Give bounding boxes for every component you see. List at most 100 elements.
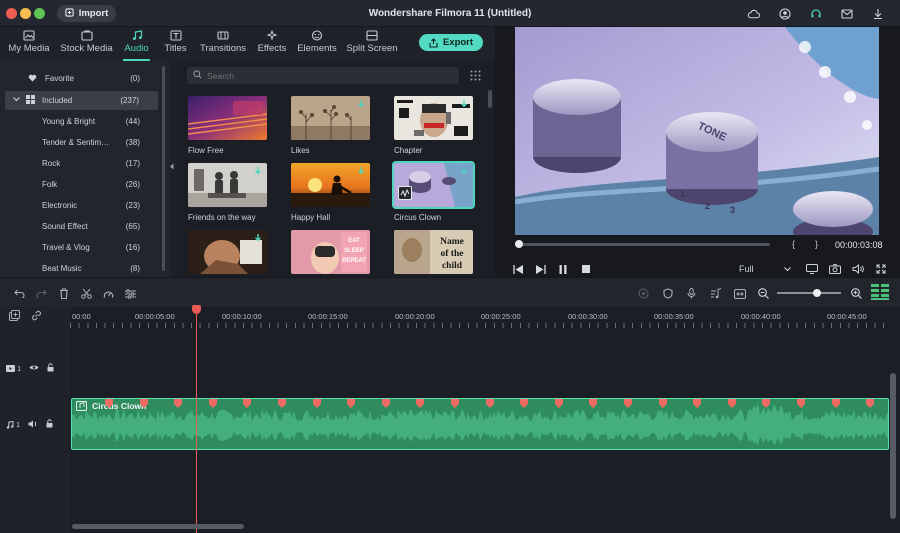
sidebar-item-tender[interactable]: Tender & Sentim… (38) [5, 133, 158, 152]
timeline-vertical-scrollbar[interactable] [890, 373, 896, 519]
library-scrollbar[interactable] [488, 90, 492, 108]
adjust-icon[interactable] [124, 287, 137, 300]
undo-icon[interactable] [13, 287, 26, 300]
lock-icon[interactable] [47, 363, 54, 374]
speed-icon[interactable] [102, 287, 115, 300]
audio-thumbnail[interactable]: EAT SLEEP REPEAT [291, 230, 370, 274]
collapse-sidebar-icon[interactable] [169, 163, 177, 173]
search-bar[interactable] [187, 67, 459, 84]
beat-marker[interactable] [554, 399, 563, 408]
beat-marker[interactable] [589, 399, 598, 408]
mark-in-button[interactable]: { [792, 239, 795, 249]
display-icon[interactable] [806, 263, 818, 275]
zoom-slider[interactable] [777, 292, 841, 294]
shield-icon[interactable] [661, 287, 674, 300]
import-button[interactable]: Import [57, 5, 116, 22]
beat-marker[interactable] [485, 399, 494, 408]
playhead-handle[interactable] [192, 305, 201, 314]
audio-thumbnail-flow-free[interactable] [188, 96, 267, 140]
download-icon[interactable] [357, 100, 365, 111]
playback-quality-select[interactable]: Full [735, 262, 795, 276]
tab-titles[interactable]: Titles [163, 30, 188, 60]
beat-marker[interactable] [658, 399, 667, 408]
playback-scrubber-knob[interactable] [515, 240, 523, 248]
sidebar-item-travel-vlog[interactable]: Travel & Vlog (16) [5, 238, 158, 257]
zoom-in-icon[interactable] [850, 287, 863, 300]
crop-icon[interactable] [733, 287, 746, 300]
timeline-horizontal-scrollbar[interactable] [72, 524, 244, 529]
audio-thumbnail[interactable]: Name of the child [394, 230, 473, 274]
volume-icon[interactable] [852, 263, 864, 275]
visibility-eye-icon[interactable] [29, 364, 39, 373]
audio-thumbnail[interactable] [188, 230, 267, 274]
beat-marker[interactable] [312, 399, 321, 408]
delete-icon[interactable] [57, 287, 70, 300]
stop-icon[interactable] [580, 263, 592, 275]
minimize-window-button[interactable] [20, 8, 31, 19]
audio-level-meter-icon[interactable] [871, 284, 890, 301]
tab-stock-media[interactable]: Stock Media [60, 30, 113, 60]
beat-marker[interactable] [624, 399, 632, 408]
maximize-window-button[interactable] [34, 8, 45, 19]
grid-view-icon[interactable] [470, 70, 482, 82]
add-track-icon[interactable] [9, 310, 20, 323]
tab-transitions[interactable]: Transitions [199, 30, 247, 60]
download-icon[interactable] [254, 167, 262, 178]
tab-effects[interactable]: Effects [257, 30, 287, 60]
beat-marker[interactable] [866, 399, 875, 408]
sidebar-item-rock[interactable]: Rock (17) [5, 154, 158, 173]
zoom-slider-knob[interactable] [813, 289, 821, 297]
link-icon[interactable] [31, 310, 42, 323]
support-headset-icon[interactable] [808, 6, 824, 22]
beat-marker[interactable] [693, 399, 702, 408]
sidebar-item-included[interactable]: Included (237) [5, 91, 158, 110]
sidebar-item-young-bright[interactable]: Young & Bright (44) [5, 112, 158, 131]
chevron-down-icon[interactable] [13, 97, 20, 104]
microphone-icon[interactable] [685, 287, 698, 300]
download-icon[interactable] [460, 167, 468, 178]
audio-mixer-icon[interactable] [709, 287, 722, 300]
beat-marker[interactable] [105, 399, 113, 408]
render-icon[interactable] [637, 287, 650, 300]
audio-clip[interactable]: Circus Clown [71, 398, 889, 450]
download-icon[interactable] [357, 167, 365, 178]
cloud-icon[interactable] [745, 6, 761, 22]
volume-icon[interactable] [28, 420, 38, 430]
mark-out-button[interactable]: } [815, 239, 818, 249]
audio-thumbnail-likes[interactable] [291, 96, 370, 140]
sidebar-item-favorite[interactable]: Favorite (0) [5, 69, 158, 88]
sidebar-item-sound-effect[interactable]: Sound Effect (65) [5, 217, 158, 236]
download-icon[interactable] [870, 6, 886, 22]
download-icon[interactable] [460, 100, 468, 111]
tab-audio[interactable]: Audio [123, 30, 150, 61]
lock-icon[interactable] [46, 419, 53, 430]
zoom-out-icon[interactable] [757, 287, 770, 300]
beat-marker[interactable] [139, 399, 148, 408]
beat-marker[interactable] [520, 399, 529, 408]
snapshot-camera-icon[interactable] [829, 263, 841, 275]
cut-icon[interactable] [80, 287, 93, 300]
sidebar-item-beat-music[interactable]: Beat Music (8) [5, 259, 158, 278]
redo-icon[interactable] [35, 287, 48, 300]
beat-marker[interactable] [243, 399, 252, 408]
beat-marker[interactable] [416, 399, 425, 408]
sidebar-item-electronic[interactable]: Electronic (23) [5, 196, 158, 215]
video-preview[interactable]: TONE 1 2 3 [515, 27, 879, 235]
beat-marker[interactable] [831, 399, 840, 408]
beat-marker[interactable] [278, 399, 286, 408]
sidebar-item-folk[interactable]: Folk (26) [5, 175, 158, 194]
beat-marker[interactable] [208, 399, 217, 408]
playhead[interactable] [196, 307, 197, 533]
tab-my-media[interactable]: My Media [8, 30, 50, 60]
audio-thumbnail-circus-clown[interactable] [392, 161, 475, 209]
beat-marker[interactable] [347, 399, 356, 408]
mail-icon[interactable] [839, 6, 855, 22]
beat-marker[interactable] [381, 399, 390, 408]
beat-marker[interactable] [762, 399, 771, 408]
account-icon[interactable] [777, 6, 793, 22]
step-back-icon[interactable] [512, 263, 524, 275]
beat-marker[interactable] [174, 399, 183, 408]
audio-thumbnail-friends-on-the-way[interactable] [188, 163, 267, 207]
beat-marker[interactable] [451, 399, 459, 408]
play-frame-icon[interactable] [534, 263, 546, 275]
